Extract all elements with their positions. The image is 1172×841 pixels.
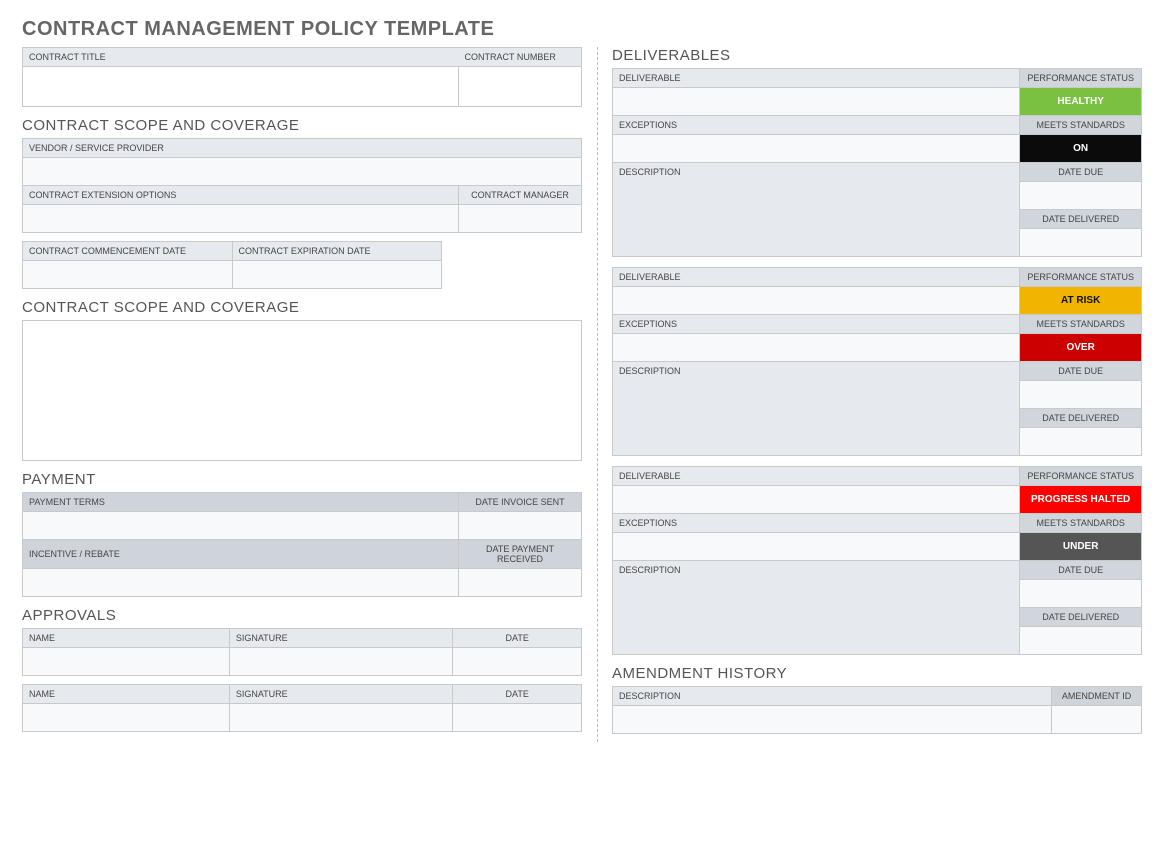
approval1-signature-input[interactable] <box>229 648 453 676</box>
vendor-input[interactable] <box>23 158 582 186</box>
vendor-label: VENDOR / SERVICE PROVIDER <box>23 139 582 158</box>
standards-on[interactable]: ON <box>1020 135 1142 163</box>
approval1-date-input[interactable] <box>453 648 582 676</box>
date-due2-input[interactable] <box>1020 381 1142 409</box>
approval2-date-label: DATE <box>453 685 582 704</box>
manager-label: CONTRACT MANAGER <box>459 186 582 205</box>
received-label: DATE PAYMENT RECEIVED <box>459 540 582 569</box>
commence-label: CONTRACT COMMENCEMENT DATE <box>23 242 233 261</box>
description-label: DESCRIPTION <box>613 561 1020 655</box>
exceptions-label: EXCEPTIONS <box>613 116 1020 135</box>
standards-under[interactable]: UNDER <box>1020 533 1142 561</box>
perf-status-label: PERFORMANCE STATUS <box>1020 69 1142 88</box>
page-title: CONTRACT MANAGEMENT POLICY TEMPLATE <box>22 18 1150 41</box>
scope-table: VENDOR / SERVICE PROVIDER CONTRACT EXTEN… <box>22 138 582 233</box>
date-delivered3-input[interactable] <box>1020 627 1142 655</box>
approval2-name-label: NAME <box>23 685 230 704</box>
approval-table-2: NAME SIGNATURE DATE <box>22 684 582 732</box>
date-due1-input[interactable] <box>1020 182 1142 210</box>
scope2-heading: CONTRACT SCOPE AND COVERAGE <box>22 299 582 316</box>
meets-label: MEETS STANDARDS <box>1020 514 1142 533</box>
amendment-heading: AMENDMENT HISTORY <box>612 665 1142 682</box>
deliverables-heading: DELIVERABLES <box>612 47 1142 64</box>
meets-label: MEETS STANDARDS <box>1020 116 1142 135</box>
amend-desc-label: DESCRIPTION <box>613 687 1052 706</box>
amend-id-input[interactable] <box>1052 706 1142 734</box>
deliverable-block-3: DELIVERABLE PERFORMANCE STATUS PROGRESS … <box>612 466 1142 655</box>
ext-options-input[interactable] <box>23 205 459 233</box>
payment-table: PAYMENT TERMS DATE INVOICE SENT INCENTIV… <box>22 492 582 597</box>
deliverable3-input[interactable] <box>613 486 1020 514</box>
deliverable-block-2: DELIVERABLE PERFORMANCE STATUS AT RISK E… <box>612 267 1142 456</box>
description-label: DESCRIPTION <box>613 163 1020 257</box>
approval1-name-input[interactable] <box>23 648 230 676</box>
received-input[interactable] <box>459 569 582 597</box>
description-label: DESCRIPTION <box>613 362 1020 456</box>
date-delivered-label: DATE DELIVERED <box>1020 608 1142 627</box>
deliverable-label: DELIVERABLE <box>613 467 1020 486</box>
date-delivered1-input[interactable] <box>1020 229 1142 257</box>
invoice-input[interactable] <box>459 512 582 540</box>
date-delivered2-input[interactable] <box>1020 428 1142 456</box>
status-healthy[interactable]: HEALTHY <box>1020 88 1142 116</box>
approvals-heading: APPROVALS <box>22 607 582 624</box>
contract-number-input[interactable] <box>459 67 582 107</box>
terms-label: PAYMENT TERMS <box>23 493 459 512</box>
commence-input[interactable] <box>23 261 233 289</box>
exceptions2-input[interactable] <box>613 334 1020 362</box>
approval-table-1: NAME SIGNATURE DATE <box>22 628 582 676</box>
date-delivered-label: DATE DELIVERED <box>1020 210 1142 229</box>
date-due-label: DATE DUE <box>1020 362 1142 381</box>
contract-title-label: CONTRACT TITLE <box>23 48 459 67</box>
exceptions-label: EXCEPTIONS <box>613 315 1020 334</box>
approval1-date-label: DATE <box>453 629 582 648</box>
terms-input[interactable] <box>23 512 459 540</box>
contract-header-table: CONTRACT TITLE CONTRACT NUMBER <box>22 47 582 107</box>
invoice-label: DATE INVOICE SENT <box>459 493 582 512</box>
scope2-input[interactable] <box>23 321 582 461</box>
amend-id-label: AMENDMENT ID <box>1052 687 1142 706</box>
perf-status-label: PERFORMANCE STATUS <box>1020 268 1142 287</box>
expire-label: CONTRACT EXPIRATION DATE <box>232 242 442 261</box>
amend-desc-input[interactable] <box>613 706 1052 734</box>
approval2-date-input[interactable] <box>453 704 582 732</box>
date-delivered-label: DATE DELIVERED <box>1020 409 1142 428</box>
ext-options-label: CONTRACT EXTENSION OPTIONS <box>23 186 459 205</box>
expire-input[interactable] <box>232 261 442 289</box>
contract-number-label: CONTRACT NUMBER <box>459 48 582 67</box>
deliverable2-input[interactable] <box>613 287 1020 315</box>
scope-heading: CONTRACT SCOPE AND COVERAGE <box>22 117 582 134</box>
contract-title-input[interactable] <box>23 67 459 107</box>
exceptions-label: EXCEPTIONS <box>613 514 1020 533</box>
status-halted[interactable]: PROGRESS HALTED <box>1020 486 1142 514</box>
standards-over[interactable]: OVER <box>1020 334 1142 362</box>
incentive-input[interactable] <box>23 569 459 597</box>
deliverable-label: DELIVERABLE <box>613 69 1020 88</box>
dates-table: CONTRACT COMMENCEMENT DATE CONTRACT EXPI… <box>22 241 442 289</box>
payment-heading: PAYMENT <box>22 471 582 488</box>
deliverable-label: DELIVERABLE <box>613 268 1020 287</box>
meets-label: MEETS STANDARDS <box>1020 315 1142 334</box>
perf-status-label: PERFORMANCE STATUS <box>1020 467 1142 486</box>
exceptions1-input[interactable] <box>613 135 1020 163</box>
date-due-label: DATE DUE <box>1020 561 1142 580</box>
amendment-table: DESCRIPTION AMENDMENT ID <box>612 686 1142 734</box>
approval2-name-input[interactable] <box>23 704 230 732</box>
manager-input[interactable] <box>459 205 582 233</box>
approval1-name-label: NAME <box>23 629 230 648</box>
exceptions3-input[interactable] <box>613 533 1020 561</box>
approval2-signature-input[interactable] <box>229 704 453 732</box>
incentive-label: INCENTIVE / REBATE <box>23 540 459 569</box>
date-due3-input[interactable] <box>1020 580 1142 608</box>
approval2-signature-label: SIGNATURE <box>229 685 453 704</box>
deliverable-block-1: DELIVERABLE PERFORMANCE STATUS HEALTHY E… <box>612 68 1142 257</box>
status-atrisk[interactable]: AT RISK <box>1020 287 1142 315</box>
scope2-table <box>22 320 582 461</box>
deliverable1-input[interactable] <box>613 88 1020 116</box>
approval1-signature-label: SIGNATURE <box>229 629 453 648</box>
date-due-label: DATE DUE <box>1020 163 1142 182</box>
